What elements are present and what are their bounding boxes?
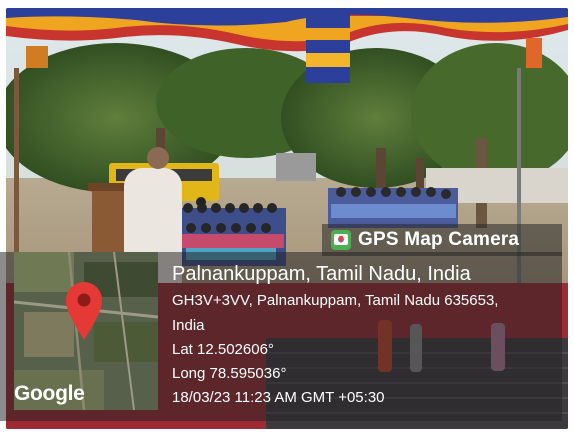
location-details: Palnankuppam, Tamil Nadu, India GH3V+3VV… [172, 256, 558, 410]
longitude: Long 78.595036° [172, 365, 287, 382]
address-line-1: GH3V+3VV, Palnankuppam, Tamil Nadu 63565… [172, 292, 499, 309]
latitude: Lat 12.502606° [172, 341, 274, 358]
location-city: Palnankuppam, Tamil Nadu, India [172, 263, 471, 285]
datetime: 18/03/23 11:23 AM GMT +05:30 [172, 389, 385, 406]
badge-title: GPS Map Camera [358, 229, 520, 250]
gps-map-camera-icon [331, 230, 351, 250]
google-logo: Google [14, 382, 85, 405]
address-line-2: India [172, 317, 205, 334]
